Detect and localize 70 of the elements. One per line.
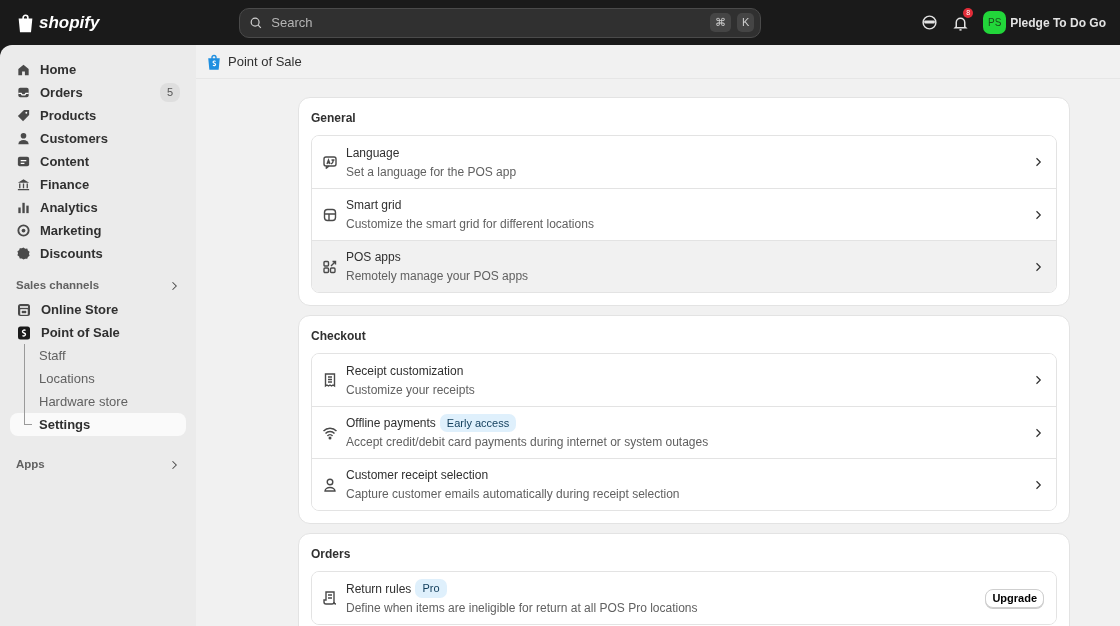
row-description: Define when items are ineligible for return at all POS Pro locations bbox=[346, 599, 699, 617]
row-description: Set a language for the POS app bbox=[346, 163, 518, 181]
shopping-bag-icon bbox=[16, 324, 32, 341]
upgrade-button[interactable]: Upgrade bbox=[985, 588, 1044, 608]
person-icon bbox=[16, 131, 31, 146]
row-title: Smart grid bbox=[346, 197, 402, 214]
settings-row[interactable]: Customer receipt selection Capture customer emails automatically during receipt selection bbox=[312, 458, 1056, 510]
sidebar-subitem[interactable]: Staff bbox=[10, 344, 186, 367]
storefront-icon bbox=[16, 301, 32, 318]
section-heading: Apps bbox=[16, 457, 45, 473]
apps-icon bbox=[322, 258, 338, 275]
row-title: POS apps bbox=[346, 249, 401, 266]
card-title: Orders bbox=[311, 546, 352, 563]
row-title: Return rules bbox=[346, 580, 412, 598]
status-badge: Pro bbox=[415, 579, 447, 598]
grid-icon bbox=[322, 206, 338, 223]
sidebar-item[interactable]: Finance bbox=[10, 173, 186, 196]
search-field[interactable]: Search ⌘ K bbox=[239, 7, 762, 38]
sidebar-subitem[interactable]: Settings bbox=[10, 413, 186, 436]
shopping-bag-icon bbox=[16, 12, 35, 33]
sidebar-item[interactable]: Home bbox=[10, 58, 186, 81]
row-description: Capture customer emails automatically during receipt selection bbox=[346, 486, 681, 503]
sidebar-item[interactable]: Point of Sale bbox=[10, 321, 186, 344]
sidebar-item[interactable]: Analytics bbox=[10, 196, 186, 219]
badge-icon bbox=[16, 246, 31, 261]
bell-icon bbox=[952, 14, 970, 32]
count-badge: 5 bbox=[159, 83, 180, 102]
page-title: Point of Sale bbox=[228, 52, 302, 71]
status-badge: Early access bbox=[439, 413, 517, 433]
row-title: Language bbox=[346, 144, 400, 162]
search-icon bbox=[249, 15, 264, 30]
sidebar-item[interactable]: Orders 5 bbox=[10, 81, 186, 104]
search-input[interactable]: Search bbox=[269, 11, 704, 34]
sidebar-subitem[interactable]: Locations bbox=[10, 367, 186, 390]
row-title: Offline payments bbox=[346, 415, 436, 432]
tag-icon bbox=[16, 108, 31, 123]
card-title: Checkout bbox=[311, 328, 367, 345]
target-icon bbox=[16, 223, 31, 238]
inbox-icon bbox=[16, 85, 31, 100]
store-name[interactable]: Pledge To Do Go bbox=[1010, 13, 1106, 32]
bar-chart-icon bbox=[16, 200, 31, 215]
store-avatar[interactable]: PS bbox=[983, 11, 1007, 34]
row-description: Customize your receipts bbox=[346, 381, 476, 399]
house-icon bbox=[16, 62, 31, 77]
logo-text: shopify bbox=[39, 11, 100, 34]
settings-row[interactable]: Return rules Pro Define when items are ineligible for return at all POS Pro locations Upgrade bbox=[312, 572, 1056, 624]
sidebar-item[interactable]: Customers bbox=[10, 127, 186, 150]
sidebar-item[interactable]: Content bbox=[10, 150, 186, 173]
row-title: Receipt customization bbox=[346, 362, 464, 380]
shortcut-key: ⌘ bbox=[710, 13, 731, 32]
sidebar-item[interactable]: Marketing bbox=[10, 219, 186, 242]
mask-face-icon bbox=[921, 14, 939, 31]
row-title: Customer receipt selection bbox=[346, 467, 489, 484]
row-description: Accept credit/debit card payments during internet or system outages bbox=[346, 434, 710, 452]
row-description: Customize the smart grid for different locations bbox=[346, 216, 595, 233]
sidebar-item[interactable]: Products bbox=[10, 104, 186, 127]
document-icon bbox=[16, 154, 31, 169]
shortcut-key: K bbox=[737, 13, 755, 32]
section-heading: Sales channels bbox=[16, 278, 100, 294]
receipt-icon bbox=[322, 372, 338, 388]
card-title: General bbox=[311, 110, 357, 127]
shopping-bag-icon bbox=[206, 52, 222, 71]
sidebar-item[interactable]: Discounts bbox=[10, 242, 186, 265]
sidebar-item[interactable]: Online Store bbox=[10, 298, 186, 321]
translate-icon bbox=[322, 154, 338, 170]
row-description: Remotely manage your POS apps bbox=[346, 268, 530, 285]
person-icon bbox=[322, 476, 338, 493]
bank-icon bbox=[16, 177, 31, 192]
settings-row[interactable]: POS apps Remotely manage your POS apps bbox=[312, 240, 1056, 292]
scroll-icon bbox=[322, 590, 338, 606]
